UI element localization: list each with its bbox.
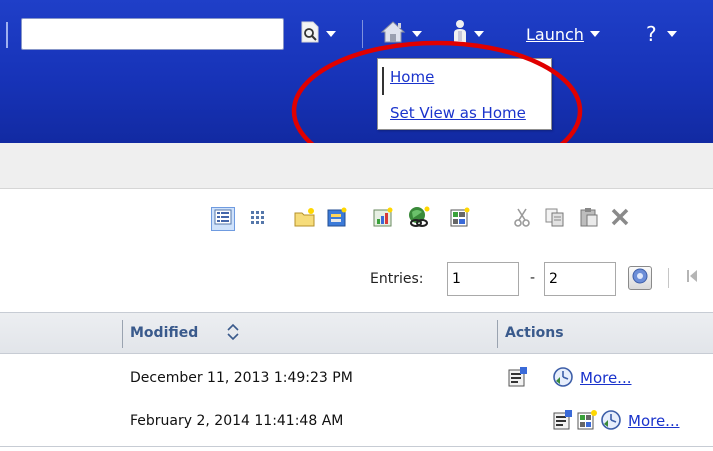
user-icon xyxy=(452,19,468,49)
top-banner: Launch ? xyxy=(0,0,713,143)
new-item-icon xyxy=(326,207,348,231)
search-input[interactable] xyxy=(21,18,284,50)
cut-icon xyxy=(513,207,531,231)
go-icon xyxy=(632,268,648,288)
column-separator xyxy=(497,320,498,348)
copy-button[interactable] xyxy=(543,207,567,231)
schedule-icon[interactable] xyxy=(600,409,622,431)
header-separator xyxy=(362,20,363,48)
entries-label: Entries: xyxy=(370,271,424,287)
paste-icon xyxy=(579,207,599,231)
new-item-button[interactable] xyxy=(325,207,349,231)
details-view-button[interactable] xyxy=(246,207,270,231)
pager-separator xyxy=(668,268,669,288)
new-link-icon xyxy=(407,206,431,232)
thumbnail-view-icon xyxy=(249,209,267,229)
column-header-actions: Actions xyxy=(505,325,564,341)
modified-cell: December 11, 2013 1:49:23 PM xyxy=(130,370,353,386)
new-page-icon xyxy=(449,207,471,231)
sort-icon[interactable] xyxy=(227,323,239,345)
nav-strip xyxy=(0,143,713,189)
my-area-button[interactable] xyxy=(452,20,484,48)
launch-label: Launch xyxy=(526,24,584,44)
search-options-button[interactable] xyxy=(300,20,336,48)
new-link-button[interactable] xyxy=(407,206,431,232)
table-header: Modified Actions xyxy=(0,312,713,354)
home-menu-button[interactable] xyxy=(380,20,422,48)
first-page-button[interactable] xyxy=(680,266,704,290)
home-dropdown-menu: Home Set View as Home xyxy=(377,58,552,130)
chevron-down-icon xyxy=(666,31,677,37)
first-page-icon xyxy=(685,268,699,288)
paste-button[interactable] xyxy=(577,207,601,231)
help-icon: ? xyxy=(646,22,657,46)
entries-to-input[interactable] xyxy=(544,262,616,296)
column-separator xyxy=(122,320,123,348)
menu-item-set-view-as-home[interactable]: Set View as Home xyxy=(390,104,526,122)
entries-dash: - xyxy=(530,270,536,286)
chevron-down-icon xyxy=(326,31,336,37)
new-report-button[interactable] xyxy=(371,207,395,231)
column-header-modified[interactable]: Modified xyxy=(130,325,198,341)
new-folder-icon xyxy=(294,207,316,231)
new-report-icon xyxy=(372,207,394,231)
delete-button[interactable] xyxy=(608,207,632,231)
go-button[interactable] xyxy=(628,266,652,290)
set-properties-icon[interactable] xyxy=(507,366,529,388)
chevron-down-icon xyxy=(412,31,422,37)
menu-focus-indicator xyxy=(382,67,384,95)
copy-icon xyxy=(545,207,565,231)
set-properties-icon[interactable] xyxy=(552,409,574,431)
schedule-icon[interactable] xyxy=(552,366,574,388)
chevron-down-icon xyxy=(474,31,484,37)
menu-item-home[interactable]: Home xyxy=(390,68,434,86)
list-view-button[interactable] xyxy=(211,207,235,231)
more-link[interactable]: More... xyxy=(628,412,680,430)
table-bottom-rule xyxy=(0,446,713,447)
search-doc-icon xyxy=(300,21,320,47)
entries-from-input[interactable] xyxy=(447,262,519,296)
cut-button[interactable] xyxy=(510,207,534,231)
list-view-icon xyxy=(214,209,232,229)
banner-edge xyxy=(6,22,8,48)
modified-cell: February 2, 2014 11:41:48 AM xyxy=(130,413,344,429)
help-menu-button[interactable]: ? xyxy=(646,20,677,48)
new-folder-button[interactable] xyxy=(293,207,317,231)
new-page-button[interactable] xyxy=(448,207,472,231)
more-link[interactable]: More... xyxy=(580,369,632,387)
add-to-page-icon[interactable] xyxy=(576,409,598,431)
home-icon xyxy=(380,20,406,48)
launch-menu-button[interactable]: Launch xyxy=(526,20,600,48)
delete-icon xyxy=(610,207,630,231)
chevron-down-icon xyxy=(589,31,600,37)
